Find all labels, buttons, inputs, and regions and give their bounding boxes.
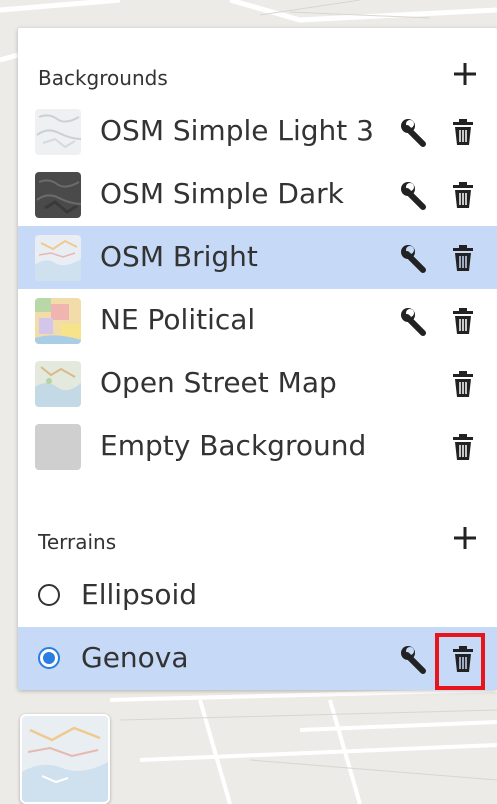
backgrounds-header: Backgrounds — [18, 56, 497, 100]
terrain-row-genova[interactable]: Genova — [18, 627, 497, 690]
background-thumbnail — [35, 298, 81, 344]
wrench-icon — [401, 182, 426, 210]
background-thumbnail — [35, 361, 81, 407]
edit-background-button[interactable] — [398, 180, 430, 212]
background-row-empty-background[interactable]: Empty Background — [18, 415, 497, 478]
terrain-row-ellipsoid[interactable]: Ellipsoid — [18, 564, 497, 627]
trash-icon — [453, 308, 473, 334]
trash-icon — [453, 182, 473, 208]
edit-background-button[interactable] — [398, 306, 430, 338]
wrench-icon — [401, 308, 426, 336]
background-label: OSM Simple Light 3 — [100, 114, 374, 147]
background-label: NE Political — [100, 303, 256, 336]
terrain-label: Genova — [81, 641, 189, 674]
terrains-header: Terrains — [18, 520, 497, 564]
terrain-radio[interactable] — [38, 584, 60, 606]
background-row-osm-simple-light-3[interactable]: OSM Simple Light 3 — [18, 100, 497, 163]
add-terrain-button[interactable] — [451, 524, 479, 552]
add-background-button[interactable] — [451, 60, 479, 88]
delete-background-button[interactable] — [448, 116, 478, 148]
background-row-ne-political[interactable]: NE Political — [18, 289, 497, 352]
trash-icon — [453, 245, 473, 271]
background-thumbnail — [35, 172, 81, 218]
background-row-osm-bright[interactable]: OSM Bright — [18, 226, 497, 289]
background-label: OSM Bright — [100, 240, 258, 273]
background-thumbnail — [35, 109, 81, 155]
background-label: OSM Simple Dark — [100, 177, 344, 210]
delete-background-button[interactable] — [448, 179, 478, 211]
terrain-label: Ellipsoid — [81, 578, 198, 611]
highlight-box — [435, 633, 485, 690]
background-label: Empty Background — [100, 429, 367, 462]
wrench-icon — [401, 245, 426, 273]
background-thumbnail — [35, 424, 81, 470]
trash-icon — [453, 434, 473, 460]
trash-icon — [453, 119, 473, 145]
delete-background-button[interactable] — [448, 305, 478, 337]
layer-panel: Backgrounds OSM Simple Light 3 OSM Simpl… — [18, 28, 497, 690]
delete-background-button[interactable] — [448, 368, 478, 400]
edit-background-button[interactable] — [398, 117, 430, 149]
backgrounds-title: Backgrounds — [38, 66, 168, 90]
plus-icon — [454, 63, 476, 85]
wrench-icon — [401, 119, 426, 147]
edit-terrain-button[interactable] — [398, 644, 430, 676]
background-thumbnail — [35, 235, 81, 281]
background-switcher-thumbnail[interactable] — [20, 714, 110, 804]
trash-icon — [453, 371, 473, 397]
background-label: Open Street Map — [100, 366, 337, 399]
delete-background-button[interactable] — [448, 242, 478, 274]
background-row-osm-simple-dark[interactable]: OSM Simple Dark — [18, 163, 497, 226]
wrench-icon — [401, 646, 426, 674]
terrains-title: Terrains — [38, 530, 117, 554]
background-row-open-street-map[interactable]: Open Street Map — [18, 352, 497, 415]
terrain-radio[interactable] — [38, 647, 60, 669]
plus-icon — [454, 527, 476, 549]
edit-background-button[interactable] — [398, 243, 430, 275]
delete-background-button[interactable] — [448, 431, 478, 463]
